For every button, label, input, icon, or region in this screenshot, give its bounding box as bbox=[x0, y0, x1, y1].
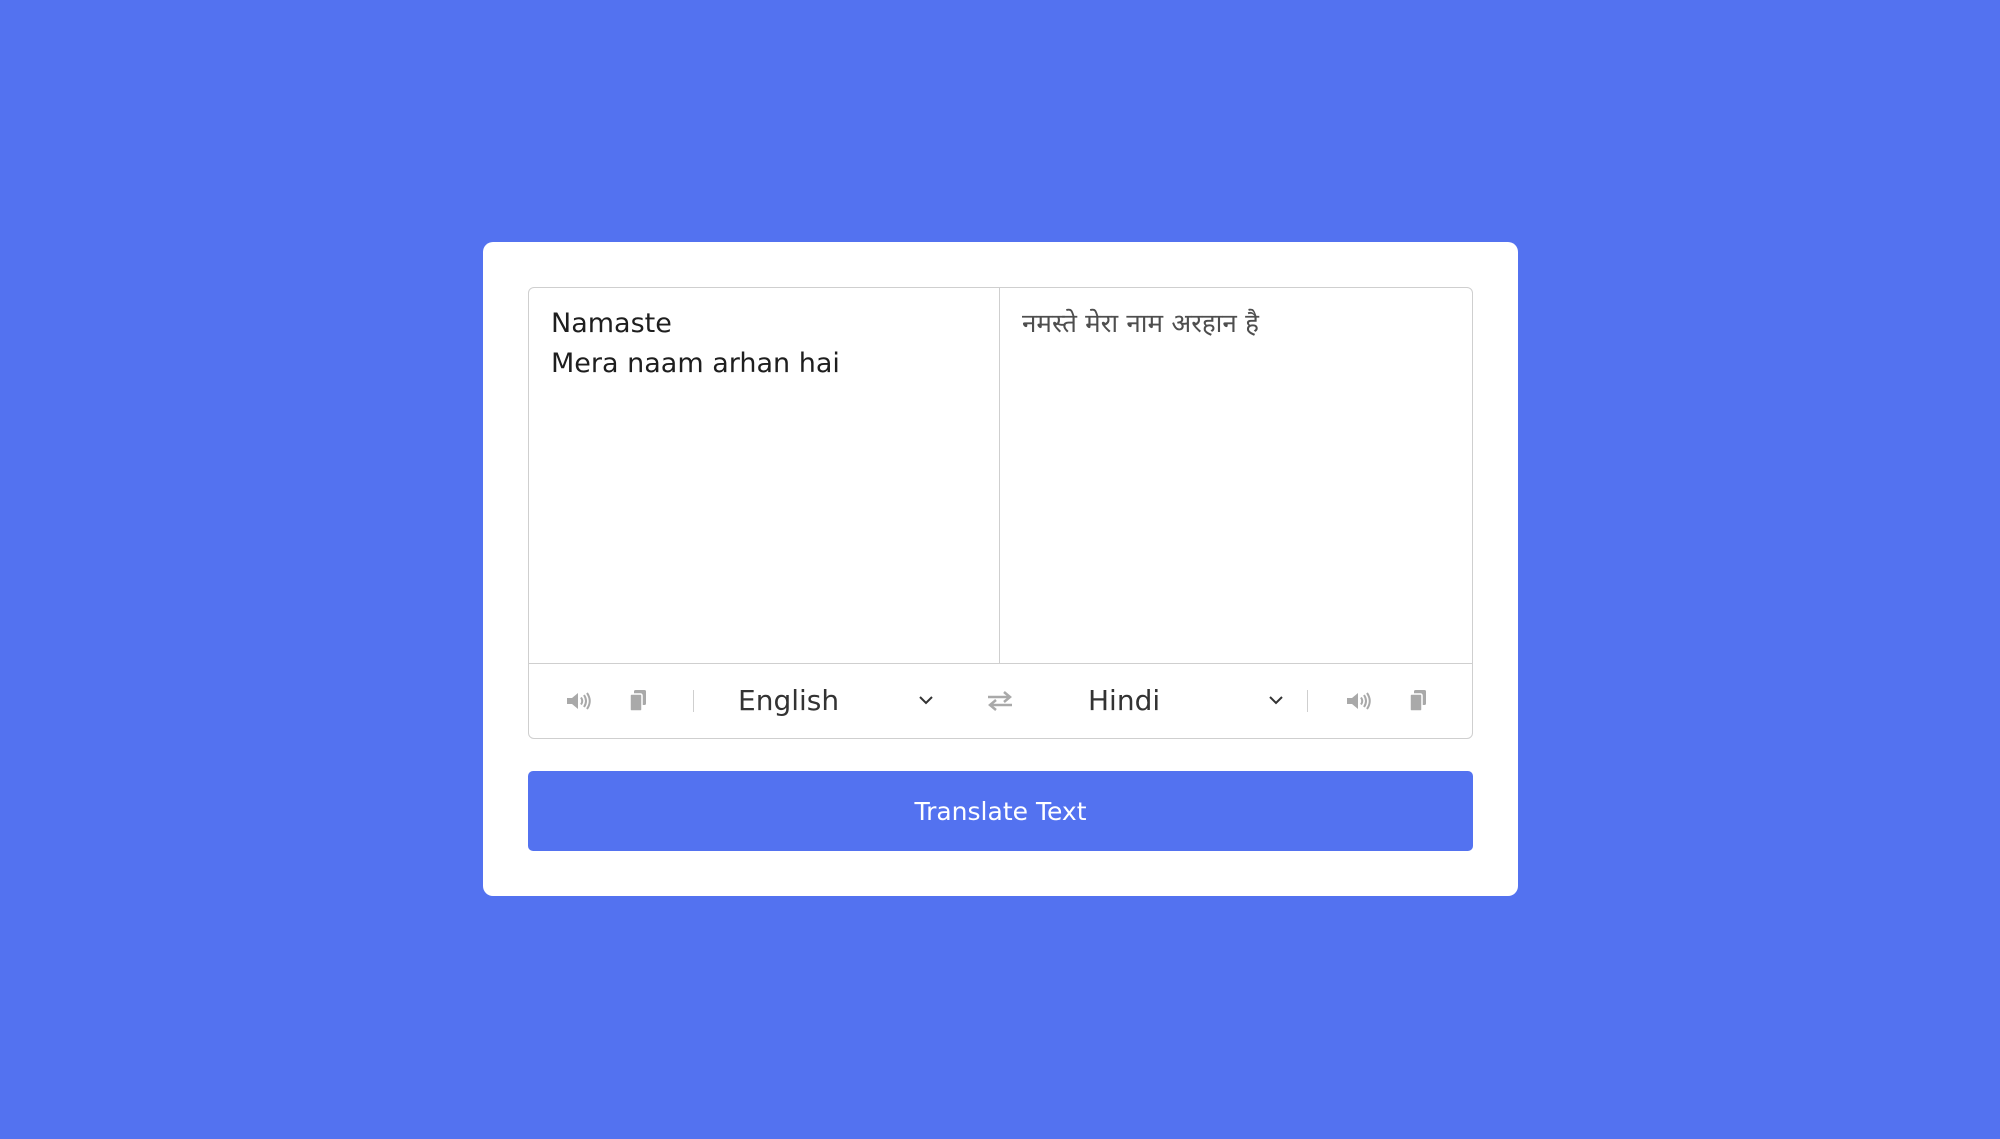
from-language-label: English bbox=[738, 684, 840, 717]
volume-icon bbox=[561, 683, 597, 719]
volume-icon bbox=[1341, 683, 1377, 719]
to-language-label: Hindi bbox=[1088, 684, 1161, 717]
chevron-down-icon bbox=[918, 691, 934, 713]
controls-row: English Hindi bbox=[529, 663, 1472, 738]
exchange-button[interactable] bbox=[972, 663, 1028, 738]
to-copy-button[interactable] bbox=[1391, 663, 1447, 738]
to-text-output[interactable]: नमस्ते मेरा नाम अरहान है bbox=[1000, 288, 1471, 663]
to-speak-button[interactable] bbox=[1331, 663, 1387, 738]
exchange-icon bbox=[982, 683, 1018, 719]
text-input-row: Namaste Mera naam arhan hai नमस्ते मेरा … bbox=[529, 288, 1472, 664]
translate-button[interactable]: Translate Text bbox=[528, 771, 1473, 851]
from-language-select[interactable]: English bbox=[738, 663, 934, 738]
chevron-down-icon bbox=[1268, 691, 1284, 713]
separator bbox=[1307, 690, 1308, 712]
copy-icon bbox=[621, 683, 657, 719]
translator-card: Namaste Mera naam arhan hai नमस्ते मेरा … bbox=[483, 242, 1518, 896]
translator-panel: Namaste Mera naam arhan hai नमस्ते मेरा … bbox=[528, 287, 1473, 739]
to-language-select[interactable]: Hindi bbox=[1088, 663, 1284, 738]
from-copy-button[interactable] bbox=[611, 663, 667, 738]
copy-icon bbox=[1401, 683, 1437, 719]
from-speak-button[interactable] bbox=[551, 663, 607, 738]
separator bbox=[693, 690, 694, 712]
from-text-input[interactable]: Namaste Mera naam arhan hai bbox=[529, 288, 1000, 663]
